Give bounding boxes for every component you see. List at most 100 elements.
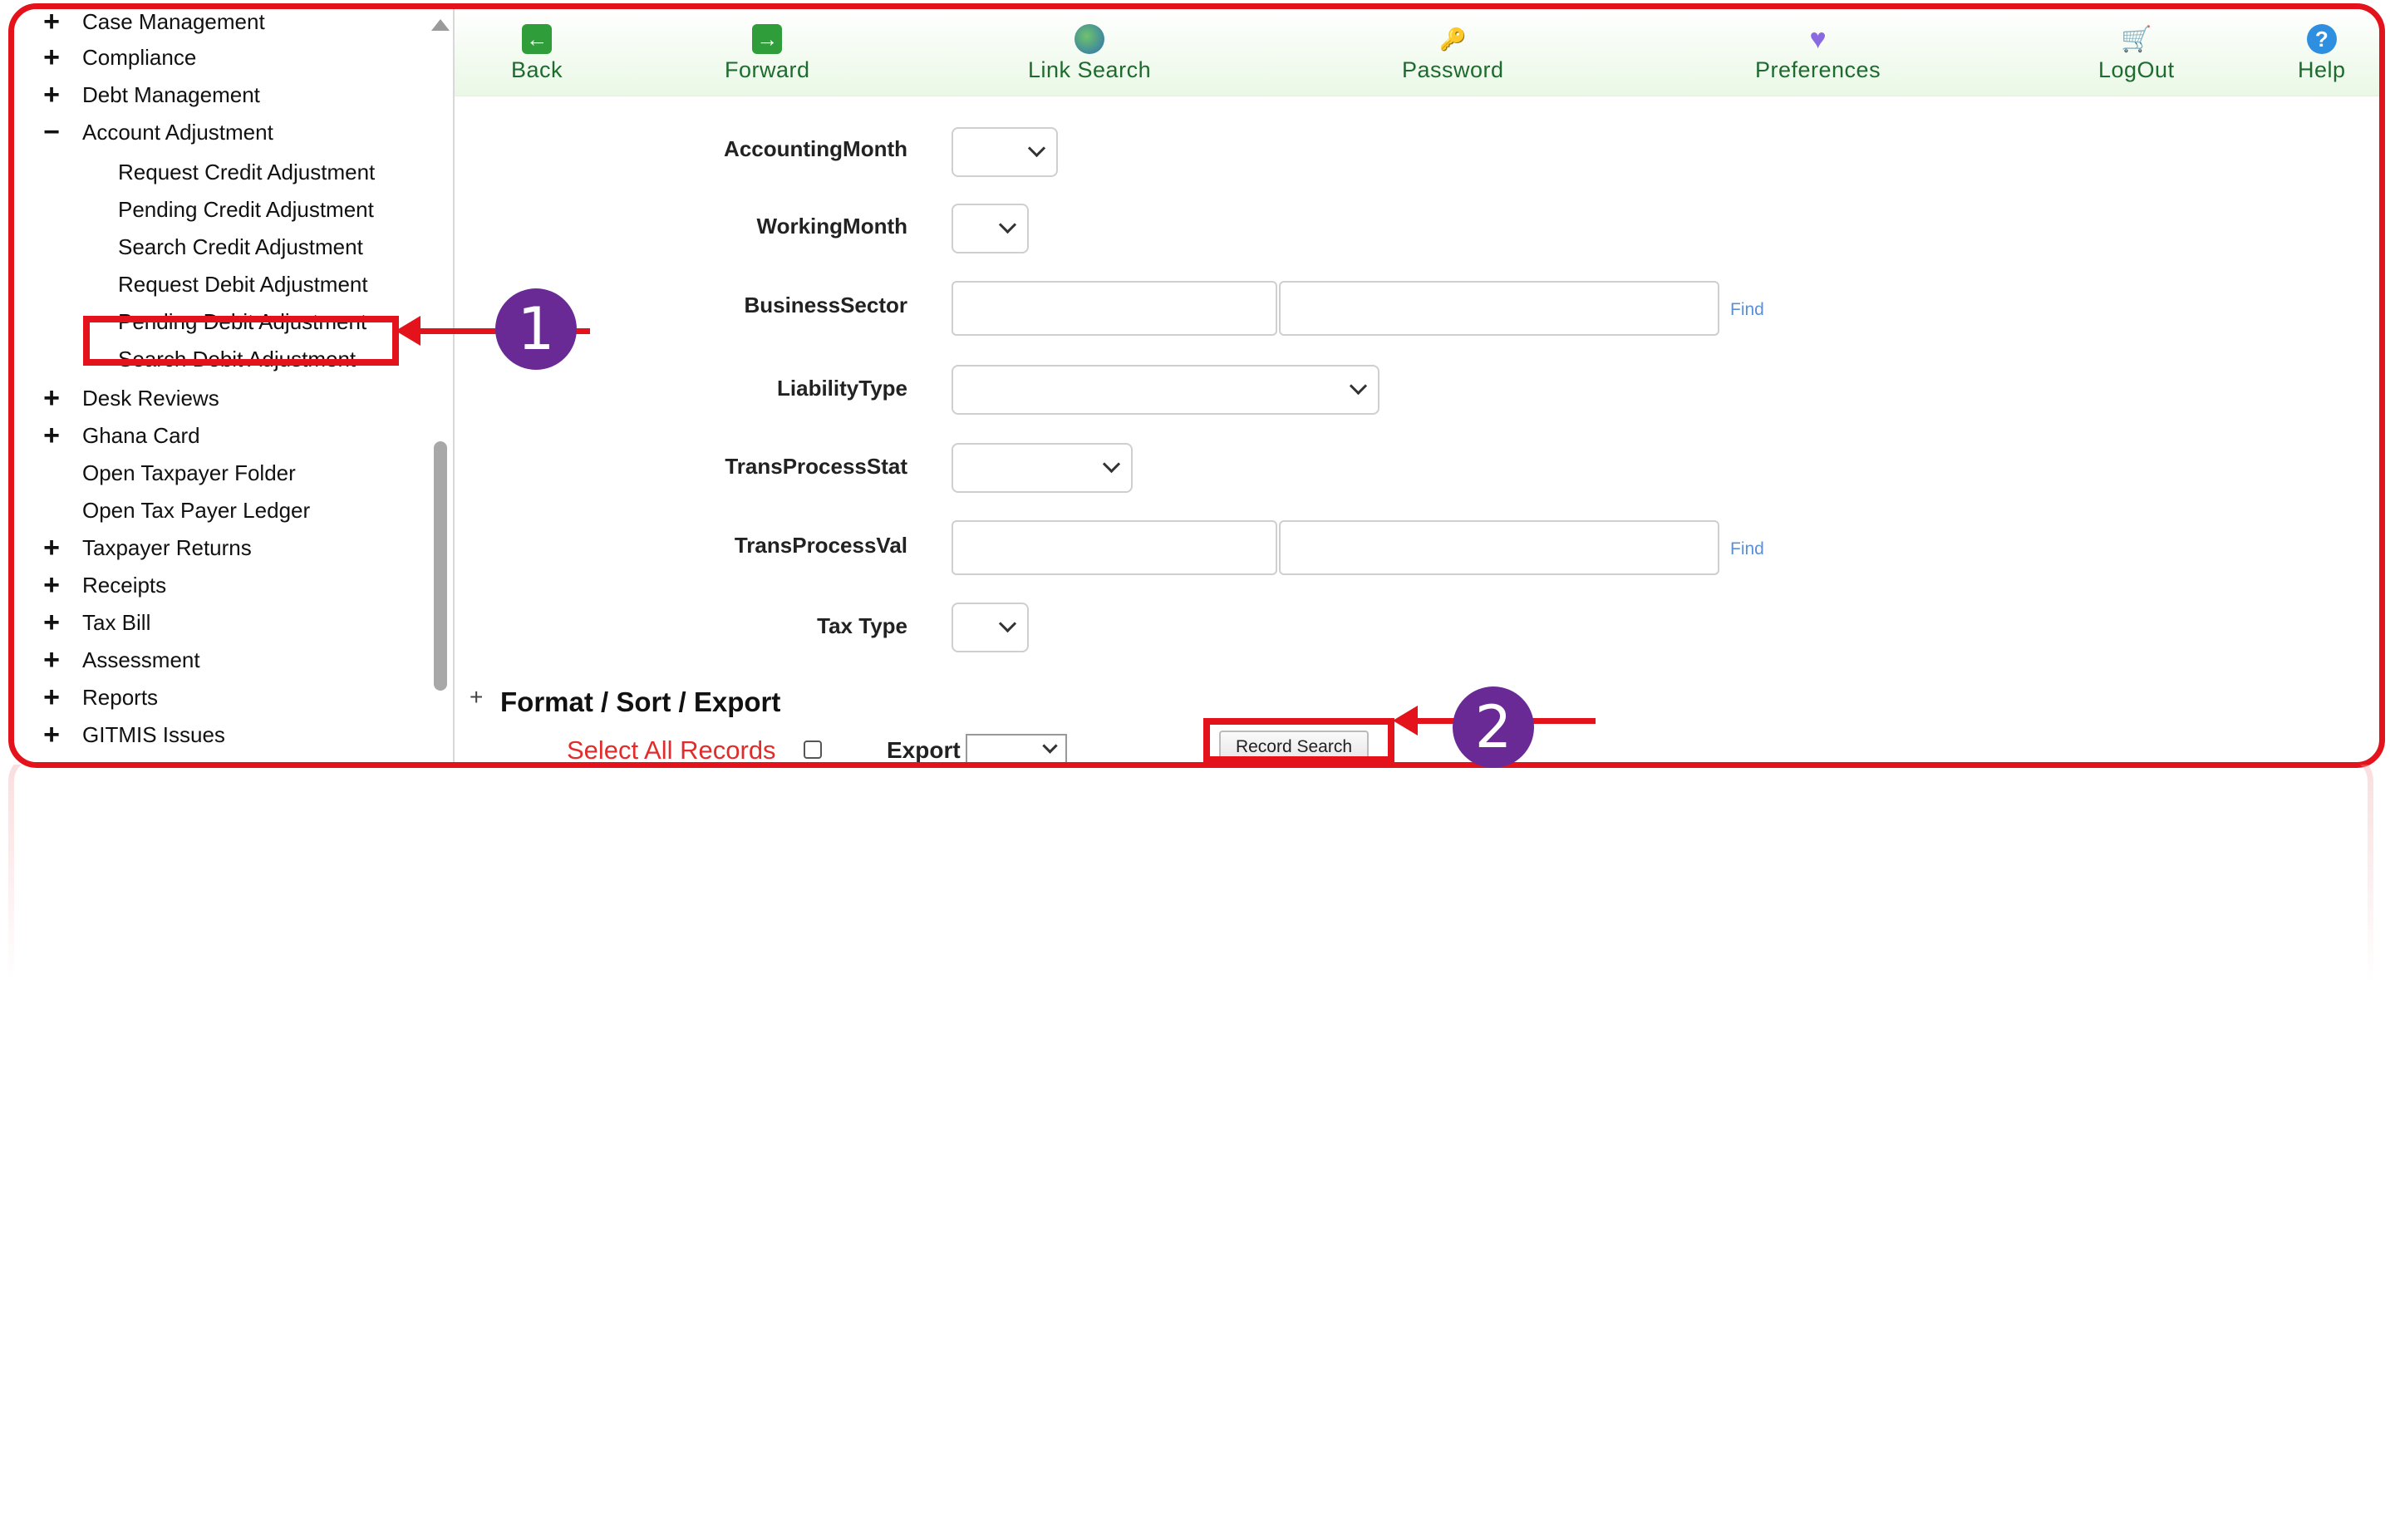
sidebar-item-label[interactable]: Request Debit Adjustment [118, 272, 368, 298]
sidebar-item-taxpayer-returns[interactable]: + Taxpayer Returns [14, 530, 252, 565]
export-label: Export [887, 737, 961, 763]
chevron-down-icon [1102, 455, 1121, 474]
expand-icon[interactable]: + [39, 571, 64, 599]
liability-type-select[interactable] [952, 365, 1379, 415]
sidebar-item-label: Tax Bill [82, 609, 151, 635]
arrow-left-icon [1393, 706, 1418, 736]
sidebar-item-label[interactable]: Search Credit Adjustment [118, 234, 363, 260]
sidebar-item-open-taxpayer-folder[interactable]: Open Taxpayer Folder [14, 455, 296, 490]
working-month-select[interactable] [952, 204, 1029, 253]
forward-button[interactable]: → Forward [725, 24, 810, 83]
back-arrow-icon: ← [522, 24, 553, 54]
expand-icon[interactable]: + [470, 684, 483, 711]
export-select[interactable] [966, 734, 1067, 762]
select-all-records-checkbox[interactable] [804, 740, 822, 759]
sidebar: + Case Management + Compliance + Debt Ma… [14, 9, 455, 762]
step-badge-1: 1 [495, 288, 577, 370]
expand-icon[interactable]: + [39, 421, 64, 450]
app-frame: + Case Management + Compliance + Debt Ma… [8, 3, 2385, 768]
format-sort-export-title[interactable]: Format / Sort / Export [500, 686, 780, 718]
sidebar-item-label: Account Adjustment [82, 119, 273, 145]
chevron-down-icon [998, 215, 1017, 234]
highlight-box-step2 [1203, 718, 1394, 763]
liability-type-label: LiabilityType [777, 376, 907, 401]
trans-process-val-code-input[interactable] [952, 520, 1277, 575]
collapse-icon[interactable]: − [39, 118, 64, 146]
chevron-down-icon [1042, 738, 1058, 754]
tax-type-label: Tax Type [817, 613, 907, 638]
help-icon: ? [2306, 24, 2337, 54]
sidebar-item-gitmis-issues[interactable]: + GITMIS Issues [14, 717, 225, 752]
sidebar-item-pending-credit-adjustment[interactable]: Pending Credit Adjustment [14, 192, 374, 227]
sidebar-item-case-management[interactable]: + Case Management [14, 9, 265, 39]
reflection-frame [8, 765, 2373, 981]
expand-icon[interactable]: + [39, 646, 64, 674]
sidebar-item-search-credit-adjustment[interactable]: Search Credit Adjustment [14, 229, 363, 264]
sidebar-item-label[interactable]: Open Taxpayer Folder [82, 460, 296, 486]
sidebar-item-assessment[interactable]: + Assessment [14, 642, 200, 677]
expand-icon[interactable]: + [39, 9, 64, 36]
sidebar-item-compliance[interactable]: + Compliance [14, 40, 196, 75]
sidebar-item-label: Taxpayer Returns [82, 534, 252, 560]
trans-process-stat-select[interactable] [952, 443, 1133, 493]
sidebar-item-account-adjustment[interactable]: − Account Adjustment [14, 115, 273, 150]
business-sector-code-input[interactable] [952, 281, 1277, 336]
step-badge-2: 2 [1453, 686, 1534, 768]
reflection [8, 765, 2373, 981]
back-button[interactable]: ← Back [511, 24, 563, 83]
business-sector-desc-input[interactable] [1279, 281, 1719, 336]
link-search-button[interactable]: Link Search [1028, 24, 1151, 83]
logout-label: LogOut [2098, 57, 2175, 82]
help-button[interactable]: ? Help [2298, 24, 2346, 83]
sidebar-item-label: Receipts [82, 572, 167, 598]
scroll-up-arrow-icon[interactable] [431, 19, 450, 31]
sidebar-item-tax-bill[interactable]: + Tax Bill [14, 605, 150, 640]
forward-arrow-icon: → [752, 24, 783, 54]
sidebar-item-label[interactable]: Request Credit Adjustment [118, 160, 375, 185]
sidebar-item-label: Compliance [82, 44, 197, 70]
expand-icon[interactable]: + [39, 683, 64, 711]
reflection-inner [8, 765, 2373, 981]
expand-icon[interactable]: + [39, 384, 64, 412]
sidebar-item-label: Desk Reviews [82, 385, 219, 411]
password-label: Password [1402, 57, 1504, 82]
sidebar-item-desk-reviews[interactable]: + Desk Reviews [14, 381, 219, 416]
password-button[interactable]: 🔑 Password [1402, 24, 1504, 83]
tax-type-select[interactable] [952, 603, 1029, 652]
logout-button[interactable]: 🛒 LogOut [2098, 24, 2175, 83]
trans-process-val-desc-input[interactable] [1279, 520, 1719, 575]
accounting-month-select[interactable] [952, 127, 1058, 177]
sidebar-item-request-credit-adjustment[interactable]: Request Credit Adjustment [14, 155, 375, 189]
accounting-month-label: AccountingMonth [724, 136, 907, 161]
sidebar-item-label: GITMIS Issues [82, 721, 225, 747]
sidebar-item-label[interactable]: Pending Credit Adjustment [118, 197, 374, 223]
sidebar-item-label: Assessment [82, 647, 200, 672]
arrow-left-icon [396, 316, 420, 346]
toolbar: ← Back → Forward Link Search 🔑 Password … [455, 9, 2379, 96]
business-sector-find-link[interactable]: Find [1730, 300, 1764, 320]
sidebar-item-receipts[interactable]: + Receipts [14, 568, 166, 603]
link-search-label: Link Search [1028, 57, 1152, 82]
sidebar-item-open-tax-payer-ledger[interactable]: Open Tax Payer Ledger [14, 493, 310, 528]
chevron-down-icon [1027, 139, 1046, 158]
trans-process-val-find-link[interactable]: Find [1730, 539, 1764, 559]
sidebar-item-label: Reports [82, 684, 159, 710]
sidebar-item-reports[interactable]: + Reports [14, 680, 158, 715]
sidebar-item-label: Case Management [82, 9, 265, 34]
expand-icon[interactable]: + [39, 608, 64, 637]
key-icon: 🔑 [1439, 26, 1467, 52]
chevron-down-icon [998, 614, 1017, 633]
sidebar-item-label: Ghana Card [82, 422, 200, 448]
expand-icon[interactable]: + [39, 81, 64, 109]
sidebar-item-request-debit-adjustment[interactable]: Request Debit Adjustment [14, 267, 368, 302]
preferences-button[interactable]: ♥ Preferences [1755, 23, 1881, 83]
sidebar-item-ghana-card[interactable]: + Ghana Card [14, 418, 200, 453]
expand-icon[interactable]: + [39, 43, 64, 71]
expand-icon[interactable]: + [39, 534, 64, 562]
help-label: Help [2298, 57, 2346, 82]
sidebar-item-label: Debt Management [82, 81, 260, 107]
expand-icon[interactable]: + [39, 721, 64, 749]
chevron-down-icon [1349, 376, 1368, 396]
sidebar-item-debt-management[interactable]: + Debt Management [14, 77, 260, 112]
sidebar-item-label[interactable]: Open Tax Payer Ledger [82, 498, 310, 524]
